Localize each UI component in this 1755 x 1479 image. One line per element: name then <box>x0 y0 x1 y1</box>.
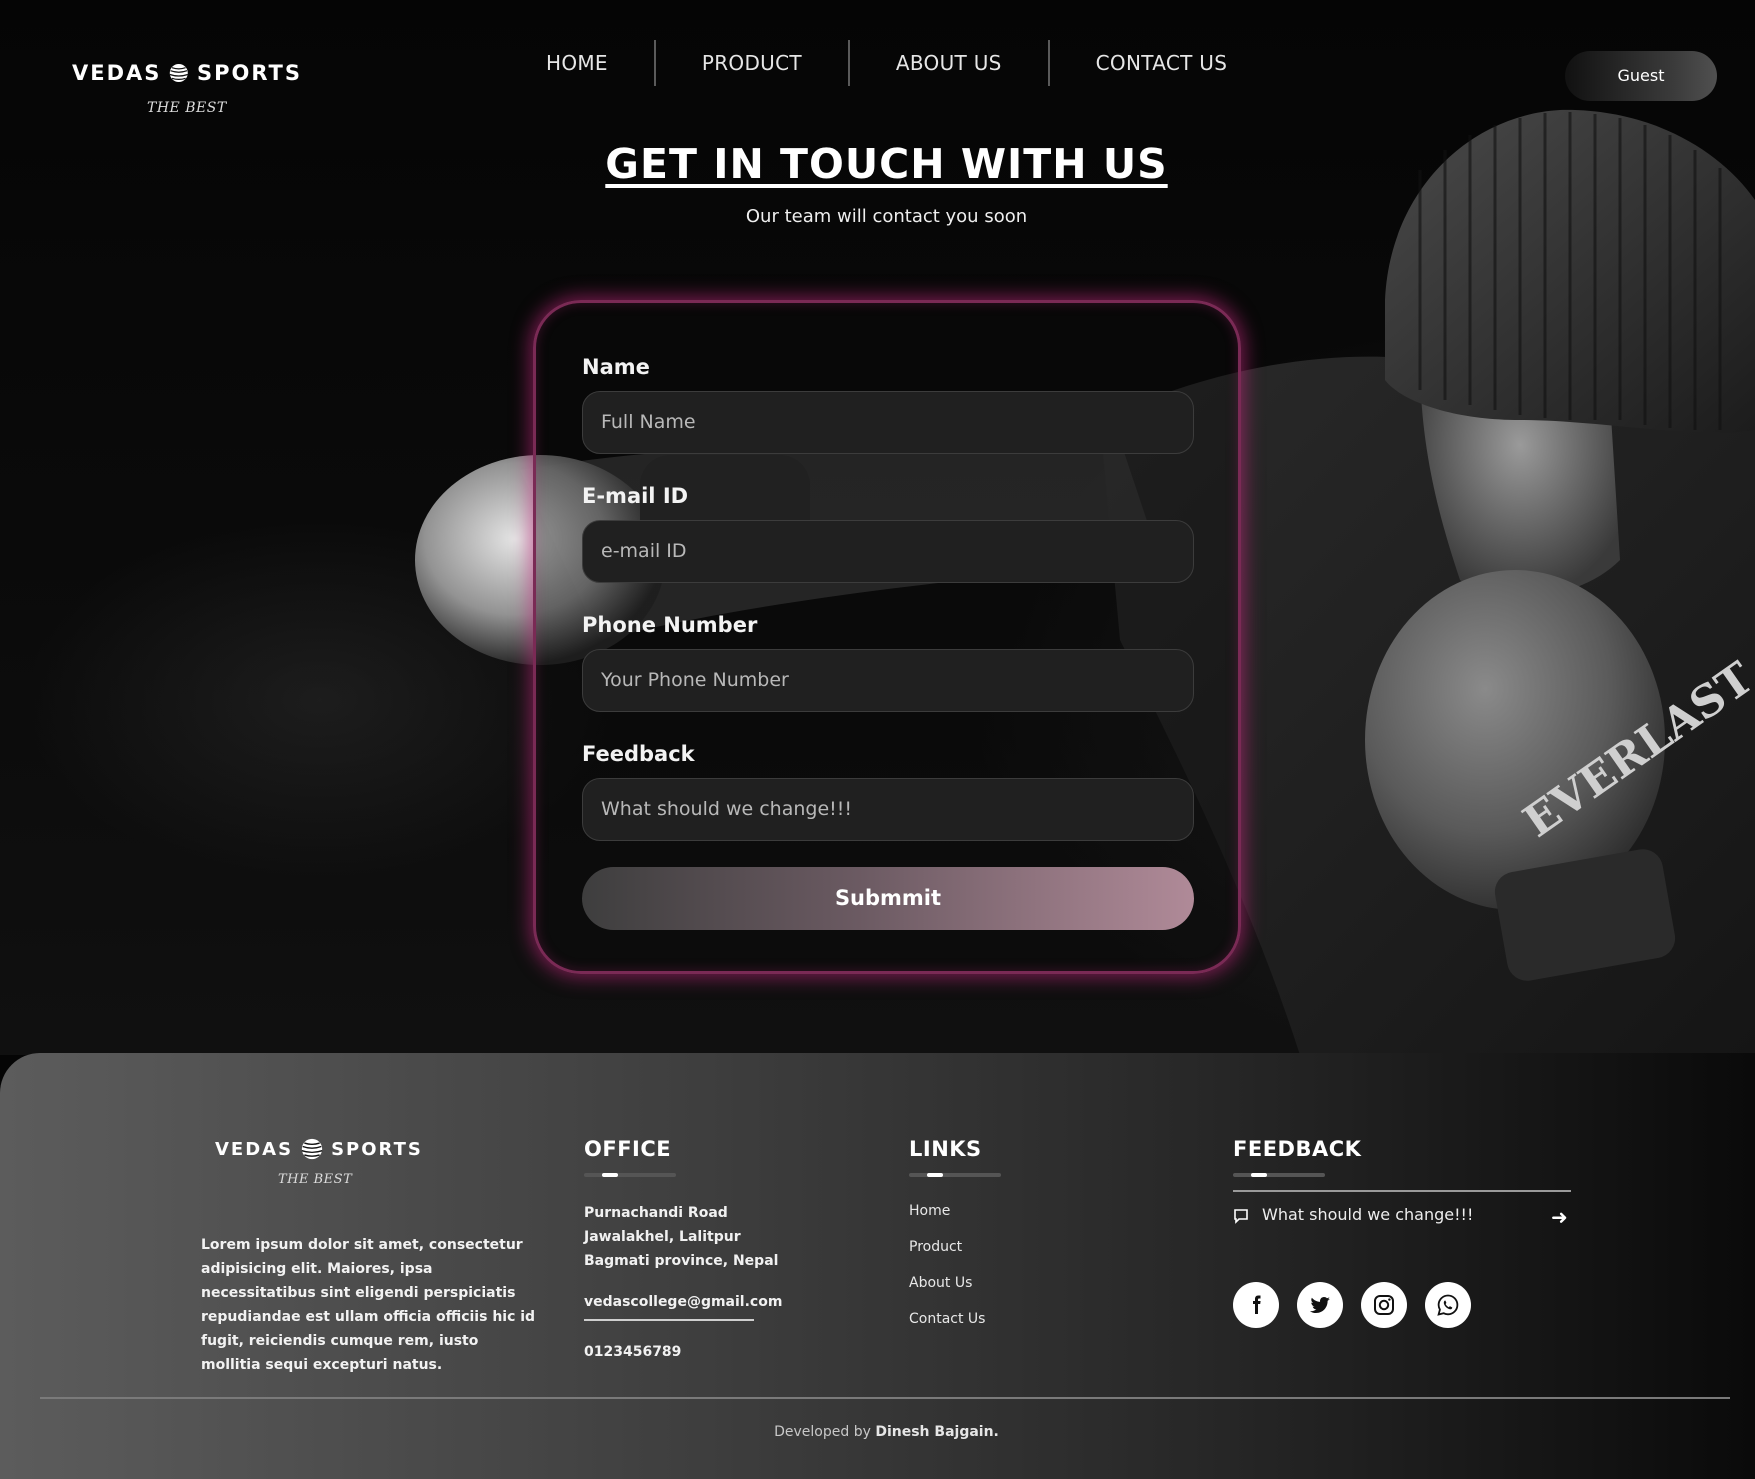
footer-logo-name-right: SPORTS <box>331 1138 423 1160</box>
footer-about-text: Lorem ipsum dolor sit amet, consectetur … <box>201 1237 536 1373</box>
guest-user-button[interactable]: Guest <box>1565 51 1717 101</box>
email-label: E-mail ID <box>582 484 689 508</box>
developer-credit: Developed by Dinesh Bajgain. <box>0 1424 1755 1440</box>
nav-product[interactable]: PRODUCT <box>656 40 848 86</box>
ball-icon <box>169 63 189 83</box>
feedback-heading: FEEDBACK <box>1233 1137 1362 1161</box>
whatsapp-icon[interactable] <box>1425 1282 1471 1328</box>
office-address-line1: Purnachandi Road <box>584 1205 728 1221</box>
main-nav: HOME PRODUCT ABOUT US CONTACT US <box>500 40 1273 86</box>
comment-icon <box>1234 1209 1248 1224</box>
footer-logo-name-left: VEDAS <box>215 1138 294 1160</box>
ball-icon <box>301 1138 323 1160</box>
office-address-line3: Bagmati province, Nepal <box>584 1253 779 1269</box>
name-input[interactable]: Full Name <box>582 391 1194 454</box>
logo-name-right: SPORTS <box>196 61 302 85</box>
footer-logo[interactable]: VEDAS SPORTS THE BEST <box>215 1138 423 1188</box>
feedback-input[interactable]: What should we change!!! <box>582 778 1194 841</box>
office-heading-bar <box>584 1173 676 1177</box>
office-heading: OFFICE <box>584 1137 672 1161</box>
footer-feedback-field[interactable]: What should we change!!! ➜ <box>1233 1203 1573 1233</box>
facebook-icon[interactable] <box>1233 1282 1279 1328</box>
credit-name[interactable]: Dinesh Bajgain. <box>875 1424 999 1440</box>
footer-feedback-underline <box>1233 1190 1571 1192</box>
arrow-right-icon[interactable]: ➜ <box>1551 1205 1568 1229</box>
phone-label: Phone Number <box>582 613 758 637</box>
footer-link-about-us[interactable]: About Us <box>909 1275 972 1291</box>
twitter-icon[interactable] <box>1297 1282 1343 1328</box>
site-footer: VEDAS SPORTS THE BEST Lorem ipsum dolor … <box>0 1053 1755 1479</box>
logo-wordmark: VEDAS SPORTS <box>72 60 302 86</box>
footer-feedback-input[interactable]: What should we change!!! <box>1262 1205 1473 1224</box>
nav-home[interactable]: HOME <box>500 40 654 86</box>
logo-tagline: THE BEST <box>147 100 227 116</box>
hero-section: EVERLAST VEDAS SPORTS THE BEST HOME PROD… <box>0 0 1755 1055</box>
feedback-label: Feedback <box>582 742 695 766</box>
submit-button[interactable]: Submmit <box>582 867 1194 930</box>
brand-logo[interactable]: VEDAS SPORTS THE BEST <box>72 60 302 116</box>
credit-prefix: Developed by <box>774 1424 871 1440</box>
name-label: Name <box>582 355 650 379</box>
feedback-heading-bar <box>1233 1173 1325 1177</box>
footer-link-contact-us[interactable]: Contact Us <box>909 1311 985 1327</box>
footer-logo-tagline: THE BEST <box>278 1172 353 1187</box>
contact-form: Name Full Name E-mail ID e-mail ID Phone… <box>533 300 1241 974</box>
logo-name-left: VEDAS <box>72 61 162 85</box>
links-heading-bar <box>909 1173 1001 1177</box>
footer-divider <box>40 1397 1730 1399</box>
instagram-icon[interactable] <box>1361 1282 1407 1328</box>
footer-link-home[interactable]: Home <box>909 1203 950 1219</box>
office-email-underline <box>584 1319 754 1321</box>
office-address-line2: Jawalakhel, Lalitpur <box>584 1229 741 1245</box>
page-title: GET IN TOUCH WITH US <box>605 140 1168 188</box>
phone-input[interactable]: Your Phone Number <box>582 649 1194 712</box>
links-heading: LINKS <box>909 1137 982 1161</box>
nav-about-us[interactable]: ABOUT US <box>850 40 1048 86</box>
nav-contact-us[interactable]: CONTACT US <box>1050 40 1274 86</box>
page-subtitle: Our team will contact you soon <box>745 206 1028 227</box>
office-phone[interactable]: 0123456789 <box>584 1340 681 1364</box>
office-email[interactable]: vedascollege@gmail.com <box>584 1290 782 1314</box>
footer-link-product[interactable]: Product <box>909 1239 962 1255</box>
footer-logo-wordmark: VEDAS SPORTS <box>215 1138 423 1160</box>
email-input[interactable]: e-mail ID <box>582 520 1194 583</box>
